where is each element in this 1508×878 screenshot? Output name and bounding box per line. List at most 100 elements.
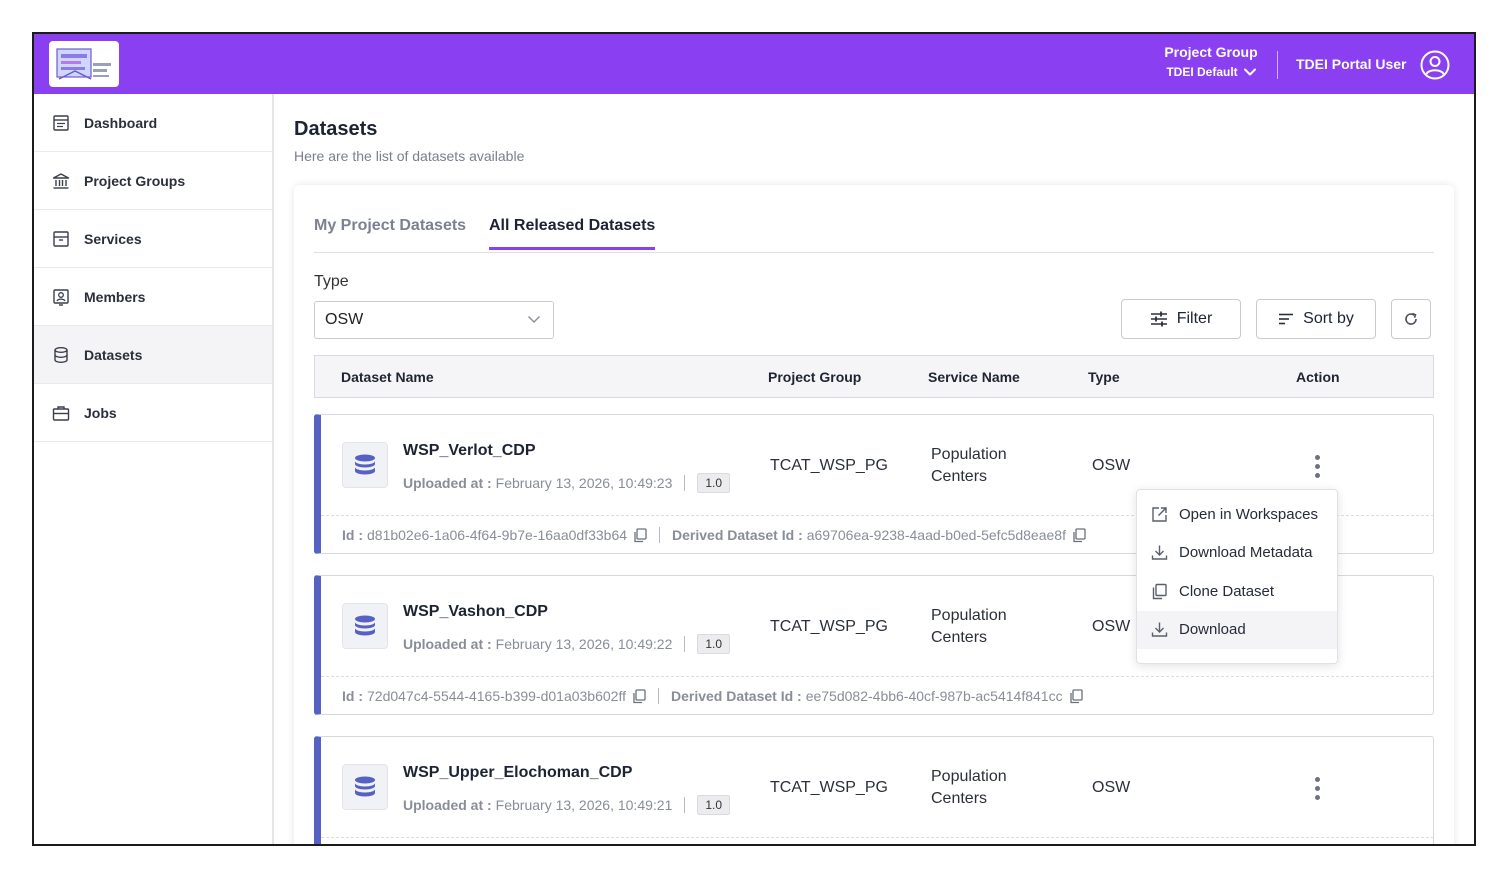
sidebar: Dashboard Project Groups Services Member…	[34, 94, 274, 844]
sidebar-item-members[interactable]: Members	[34, 268, 272, 326]
id-line: Id : 72d047c4-5544-4165-b399-d01a03b602f…	[321, 676, 1434, 715]
database-icon	[355, 615, 375, 636]
id-line	[321, 837, 1434, 844]
derived-dataset-id: a69706ea-9238-4aad-b0ed-5efc5d8eae8f	[806, 527, 1066, 543]
column-header-service-name: Service Name	[928, 369, 1020, 385]
page-title: Datasets	[294, 118, 378, 140]
uploaded-at: February 13, 2026, 10:49:21	[495, 797, 673, 813]
uploaded-info: Uploaded at : February 13, 2026, 10:49:2…	[403, 473, 731, 493]
project-group-cell: TCAT_WSP_PG	[770, 779, 888, 796]
filter-button-label: Filter	[1176, 310, 1213, 327]
id-label: Id :	[342, 688, 363, 704]
service-name-cell: Population Centers	[931, 446, 1007, 485]
divider	[684, 636, 686, 652]
more-actions-icon[interactable]	[1305, 773, 1329, 803]
uploaded-info: Uploaded at : February 13, 2026, 10:49:2…	[403, 634, 731, 654]
column-header-dataset-name: Dataset Name	[341, 369, 434, 385]
sidebar-item-dashboard[interactable]: Dashboard	[34, 94, 272, 152]
menu-item-label: Download Metadata	[1179, 544, 1313, 562]
type-cell: OSW	[1092, 618, 1131, 635]
logo-illustration-icon	[56, 48, 111, 80]
header-divider	[1277, 51, 1278, 79]
copy-icon[interactable]	[1072, 527, 1086, 543]
database-icon	[355, 776, 375, 797]
sort-by-button-label: Sort by	[1303, 310, 1354, 327]
filter-sliders-icon	[1150, 311, 1167, 327]
uploaded-at: February 13, 2026, 10:49:23	[495, 475, 673, 491]
column-header-action: Action	[1296, 369, 1340, 385]
copy-icon[interactable]	[632, 688, 646, 704]
project-group-title: Project Group	[1164, 44, 1258, 60]
copy-icon[interactable]	[1069, 688, 1083, 704]
chevron-down-icon	[528, 316, 540, 323]
service-name-cell: Population Centers	[931, 607, 1007, 646]
uploaded-label: Uploaded at :	[403, 475, 492, 491]
type-cell: OSW	[1092, 457, 1131, 474]
dataset-name[interactable]: WSP_Vashon_CDP	[403, 603, 548, 621]
bank-icon	[52, 172, 70, 189]
copy-icon[interactable]	[633, 527, 647, 543]
uploaded-at: February 13, 2026, 10:49:22	[495, 636, 673, 652]
divider	[659, 527, 661, 543]
uploaded-info: Uploaded at : February 13, 2026, 10:49:2…	[403, 795, 731, 815]
filter-button[interactable]: Filter	[1121, 299, 1241, 339]
tab-all-released-datasets[interactable]: All Released Datasets	[489, 217, 656, 250]
table-header: Dataset Name Project Group Service Name …	[314, 355, 1434, 398]
dataset-action-menu: Open in Workspaces Download Metadata Clo…	[1136, 489, 1338, 664]
external-link-icon	[1152, 507, 1167, 522]
type-cell: OSW	[1092, 779, 1131, 796]
dataset-id: 72d047c4-5544-4165-b399-d01a03b602ff	[367, 688, 626, 704]
menu-item-open-in-workspaces[interactable]: Open in Workspaces	[1137, 495, 1337, 534]
app-logo[interactable]	[49, 41, 119, 87]
service-name-cell: Population Centers	[931, 768, 1007, 807]
project-group-selector[interactable]: Project Group TDEI Default	[1162, 44, 1260, 81]
derived-id-label: Derived Dataset Id :	[672, 527, 803, 543]
id-label: Id :	[342, 527, 363, 543]
copy-icon	[1152, 583, 1167, 599]
download-icon	[1151, 622, 1168, 637]
sidebar-item-datasets[interactable]: Datasets	[34, 326, 272, 384]
type-label: Type	[314, 273, 349, 290]
derived-dataset-id: ee75d082-4bb6-40cf-987b-ac5414f841cc	[805, 688, 1063, 704]
sidebar-item-label: Members	[84, 288, 146, 305]
column-header-project-group: Project Group	[768, 369, 862, 385]
sidebar-item-label: Jobs	[84, 404, 117, 421]
project-group-value[interactable]: TDEI Default	[1166, 65, 1256, 79]
user-name[interactable]: TDEI Portal User	[1296, 56, 1406, 72]
member-badge-icon	[53, 288, 69, 306]
dataset-name[interactable]: WSP_Verlot_CDP	[403, 442, 535, 460]
menu-item-download-metadata[interactable]: Download Metadata	[1137, 534, 1337, 573]
version-badge: 1.0	[697, 473, 731, 493]
sidebar-item-project-groups[interactable]: Project Groups	[34, 152, 272, 210]
page-subtitle: Here are the list of datasets available	[294, 148, 525, 164]
tab-my-project-datasets[interactable]: My Project Datasets	[314, 217, 466, 247]
sort-by-button[interactable]: Sort by	[1256, 299, 1376, 339]
sidebar-item-label: Services	[84, 230, 142, 247]
sort-lines-icon	[1279, 313, 1294, 325]
database-icon	[355, 454, 375, 475]
dataset-icon	[342, 603, 388, 649]
divider	[684, 475, 686, 491]
database-icon	[54, 346, 68, 363]
table-row: WSP_Upper_Elochoman_CDP Uploaded at : Fe…	[314, 736, 1434, 844]
uploaded-label: Uploaded at :	[403, 636, 492, 652]
refresh-button[interactable]	[1391, 299, 1431, 339]
sidebar-item-label: Dashboard	[84, 114, 158, 131]
sidebar-item-jobs[interactable]: Jobs	[34, 384, 272, 442]
menu-item-download[interactable]: Download	[1137, 610, 1337, 649]
dataset-id: d81b02e6-1a06-4f64-9b7e-16aa0df33b64	[367, 527, 628, 543]
dataset-name[interactable]: WSP_Upper_Elochoman_CDP	[403, 764, 632, 782]
download-icon	[1151, 545, 1168, 560]
user-avatar-icon[interactable]	[1420, 50, 1450, 80]
menu-item-label: Open in Workspaces	[1179, 505, 1318, 523]
sidebar-item-services[interactable]: Services	[34, 210, 272, 268]
uploaded-label: Uploaded at :	[403, 797, 492, 813]
dataset-icon	[342, 442, 388, 488]
menu-item-clone-dataset[interactable]: Clone Dataset	[1137, 572, 1337, 611]
type-select[interactable]: OSW	[314, 301, 554, 339]
column-header-type: Type	[1088, 369, 1120, 385]
sidebar-item-label: Datasets	[84, 346, 143, 363]
more-actions-icon[interactable]	[1305, 451, 1329, 481]
refresh-icon	[1405, 312, 1417, 325]
project-group-cell: TCAT_WSP_PG	[770, 618, 888, 635]
